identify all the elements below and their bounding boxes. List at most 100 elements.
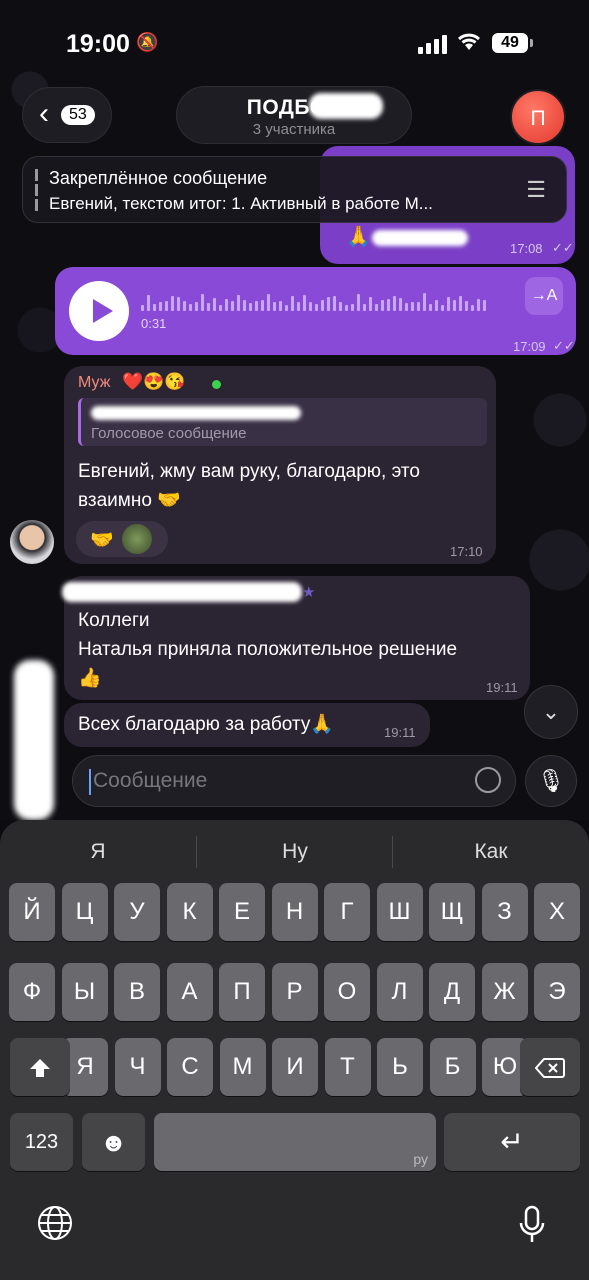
waveform-bar bbox=[153, 304, 156, 311]
key[interactable]: О bbox=[324, 963, 370, 1021]
key[interactable]: Е bbox=[219, 883, 265, 941]
waveform-bar bbox=[189, 304, 192, 311]
key[interactable]: Х bbox=[534, 883, 580, 941]
emoji-key[interactable]: ☻ bbox=[82, 1113, 145, 1171]
waveform-bar bbox=[369, 297, 372, 311]
numbers-key[interactable]: 123 bbox=[10, 1113, 73, 1171]
waveform-bar bbox=[261, 300, 264, 311]
return-key[interactable]: ↵ bbox=[444, 1113, 580, 1171]
waveform[interactable] bbox=[141, 289, 491, 311]
backspace-key[interactable] bbox=[520, 1038, 580, 1096]
key[interactable]: Р bbox=[271, 963, 318, 1021]
key[interactable]: Д bbox=[429, 963, 475, 1021]
key[interactable]: Й bbox=[9, 883, 55, 941]
reaction-chip[interactable]: 🤝 bbox=[76, 521, 168, 557]
transcribe-button[interactable]: →A bbox=[525, 277, 563, 315]
key[interactable]: Ь bbox=[377, 1038, 423, 1096]
waveform-bar bbox=[417, 302, 420, 311]
wifi-icon bbox=[456, 31, 482, 57]
key[interactable]: К bbox=[166, 883, 213, 941]
redacted-text bbox=[91, 406, 301, 420]
key[interactable]: Н bbox=[271, 883, 318, 941]
waveform-bar bbox=[225, 299, 228, 311]
waveform-bar bbox=[177, 297, 180, 311]
incoming-message[interactable]: ★ Коллеги Наталья приняла положительное … bbox=[62, 576, 530, 700]
message-input[interactable]: Сообщение bbox=[72, 755, 516, 807]
key[interactable]: П bbox=[219, 963, 265, 1021]
chat-title-button[interactable]: ПОДБОР 3 участника bbox=[176, 86, 412, 144]
waveform-bar bbox=[447, 297, 450, 311]
key[interactable]: У bbox=[114, 883, 160, 941]
microphone-button[interactable]: 🎙 bbox=[525, 755, 577, 807]
key[interactable]: Л bbox=[376, 963, 423, 1021]
scroll-down-button[interactable]: ⌄ bbox=[524, 685, 578, 739]
waveform-bar bbox=[441, 305, 444, 311]
message-time: 17:10 bbox=[450, 544, 483, 559]
waveform-bar bbox=[459, 296, 462, 311]
pinned-text: Евгений, текстом итог: 1. Активный в раб… bbox=[49, 194, 433, 213]
key[interactable]: М bbox=[219, 1038, 266, 1096]
pinned-message-bar[interactable]: Закреплённое сообщение Евгений, текстом … bbox=[22, 156, 567, 223]
waveform-bar bbox=[207, 303, 210, 311]
waveform-bar bbox=[387, 299, 390, 311]
key[interactable]: С bbox=[167, 1038, 213, 1096]
message-time: 17:09 bbox=[513, 339, 546, 354]
sticker-icon[interactable] bbox=[475, 767, 501, 793]
read-checkmarks-icon: ✓✓ bbox=[552, 240, 574, 255]
message-text: Всех благодарю за работу🙏 bbox=[78, 714, 334, 735]
key[interactable]: Т bbox=[324, 1038, 371, 1096]
key[interactable]: Э bbox=[534, 963, 580, 1021]
reply-quote[interactable]: Голосовое сообщение bbox=[78, 398, 487, 446]
play-icon[interactable] bbox=[69, 281, 129, 341]
handshake-reaction-icon: 🤝 bbox=[90, 530, 114, 551]
chevron-left-icon: ‹ bbox=[39, 97, 49, 130]
space-key[interactable]: ру bbox=[154, 1113, 436, 1171]
waveform-bar bbox=[195, 302, 198, 311]
pin-list-icon[interactable]: ☰ bbox=[526, 177, 546, 203]
key[interactable]: Ц bbox=[61, 883, 108, 941]
key[interactable]: Ы bbox=[61, 963, 108, 1021]
group-avatar[interactable]: П bbox=[510, 89, 566, 145]
key[interactable]: И bbox=[272, 1038, 318, 1096]
waveform-bar bbox=[285, 305, 288, 311]
message-placeholder: Сообщение bbox=[93, 769, 208, 792]
key[interactable]: А bbox=[166, 963, 213, 1021]
key[interactable]: Ф bbox=[9, 963, 55, 1021]
shift-key[interactable] bbox=[10, 1038, 70, 1096]
redacted-avatars bbox=[14, 660, 54, 820]
message-text-line: взаимно 🤝 bbox=[78, 490, 181, 511]
redacted-sender bbox=[62, 582, 302, 602]
sender-avatar[interactable] bbox=[10, 520, 54, 564]
globe-icon[interactable] bbox=[37, 1205, 73, 1249]
key[interactable]: Г bbox=[324, 883, 370, 941]
sender-emoji-status: ❤️😍😘 bbox=[122, 372, 186, 391]
incoming-message[interactable]: Муж ❤️😍😘 Голосовое сообщение Евгений, жм… bbox=[64, 366, 496, 564]
text-cursor bbox=[89, 769, 91, 795]
waveform-bar bbox=[201, 294, 204, 311]
waveform-bar bbox=[291, 296, 294, 311]
return-arrow-icon: ↵ bbox=[500, 1126, 524, 1157]
voice-message[interactable]: 0:31 →A 17:09 ✓✓ bbox=[55, 267, 576, 355]
waveform-bar bbox=[405, 303, 408, 311]
redacted-title bbox=[309, 93, 383, 119]
key[interactable]: Щ bbox=[429, 883, 475, 941]
back-button[interactable]: ‹ 53 bbox=[22, 87, 112, 143]
waveform-bar bbox=[333, 296, 336, 311]
waveform-bar bbox=[477, 299, 480, 311]
key[interactable]: Ж bbox=[481, 963, 528, 1021]
microphone-icon: 🎙 bbox=[537, 768, 565, 793]
key[interactable]: В bbox=[114, 963, 160, 1021]
dictation-mic-icon[interactable] bbox=[518, 1205, 546, 1253]
suggestion-2[interactable]: Ну bbox=[197, 840, 393, 864]
key[interactable]: Ш bbox=[376, 883, 423, 941]
sender-name[interactable]: Муж bbox=[78, 374, 110, 392]
key[interactable]: З bbox=[481, 883, 528, 941]
incoming-message[interactable]: Всех благодарю за работу🙏 19:11 bbox=[64, 703, 430, 747]
suggestion-1[interactable]: Я bbox=[0, 840, 196, 864]
status-bar: 19:00 🔕 49 bbox=[0, 0, 589, 80]
key[interactable]: Б bbox=[429, 1038, 476, 1096]
online-indicator bbox=[212, 380, 221, 389]
battery-indicator: 49 bbox=[492, 33, 533, 53]
key[interactable]: Ч bbox=[114, 1038, 161, 1096]
suggestion-3[interactable]: Как bbox=[393, 840, 589, 864]
